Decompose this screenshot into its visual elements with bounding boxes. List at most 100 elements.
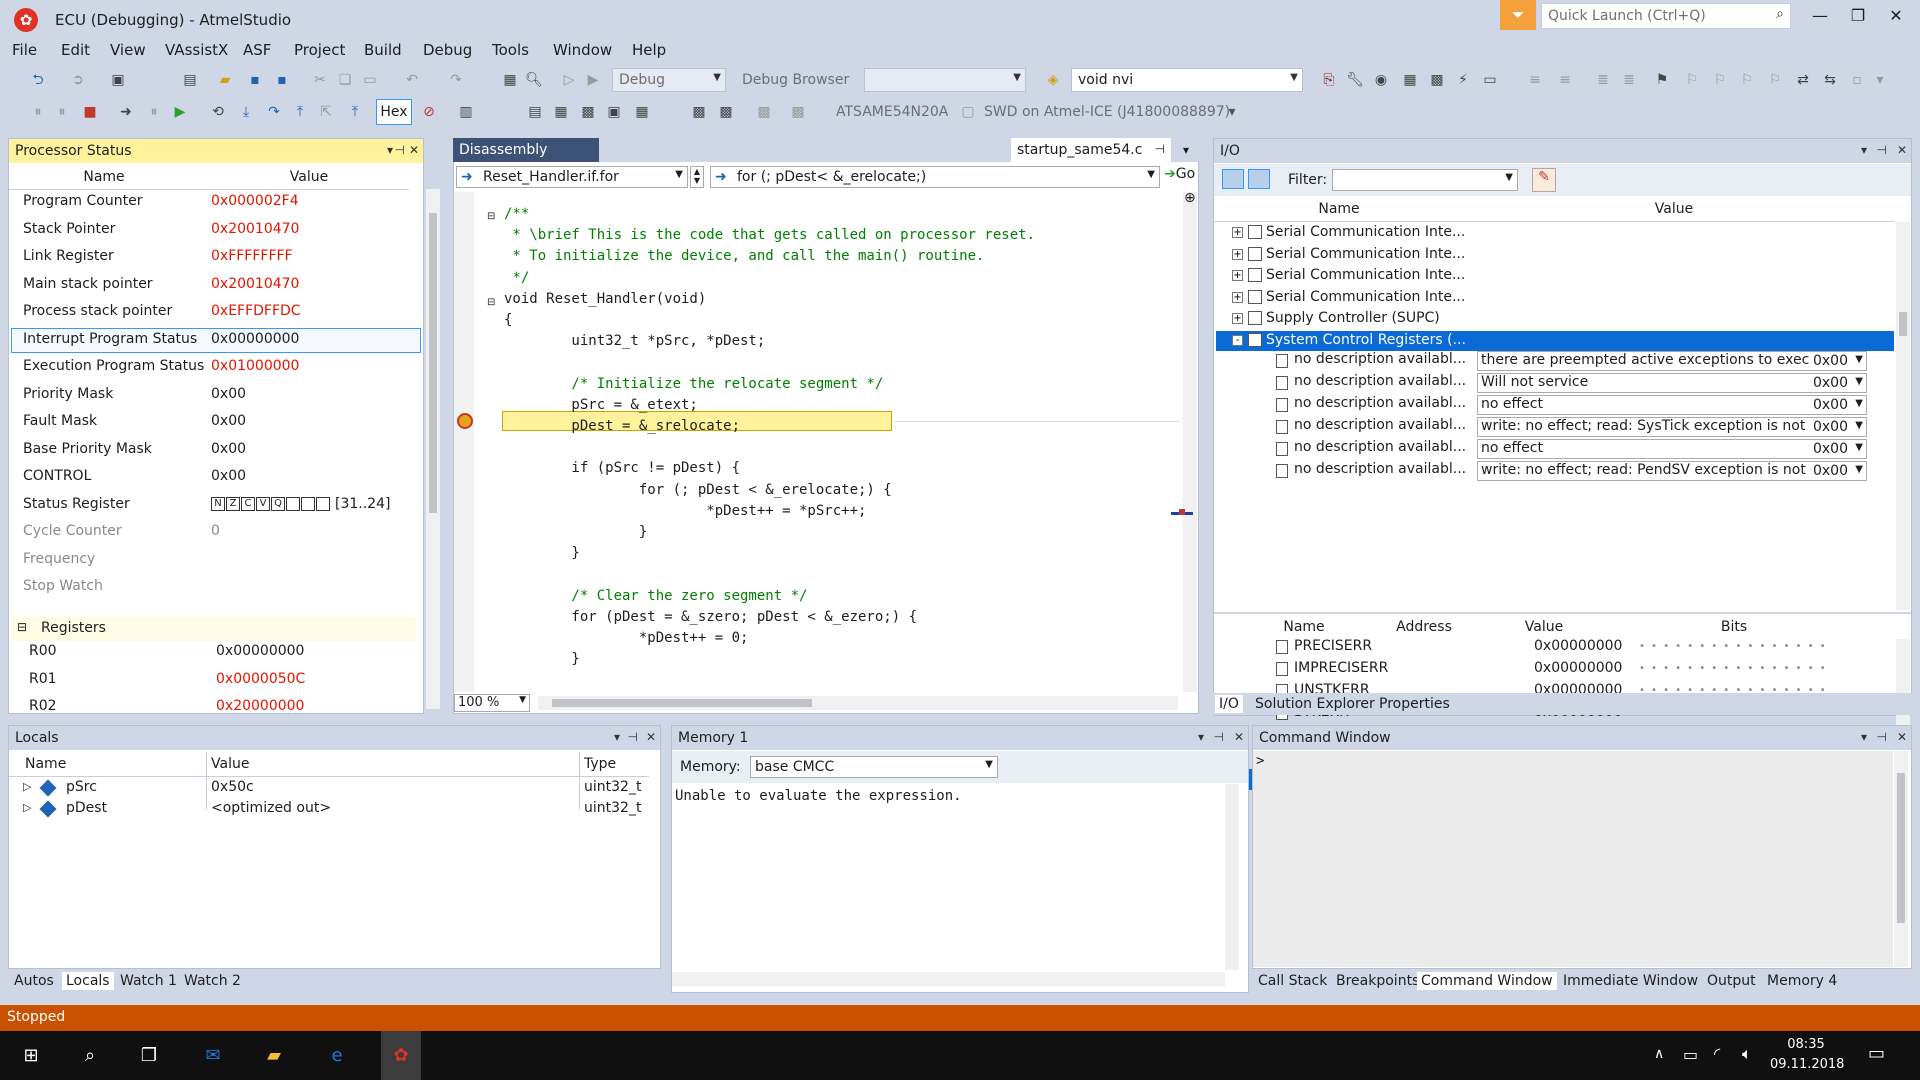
register-name[interactable]: Execution Program Status [23, 358, 204, 374]
show-next-statement-icon[interactable]: ➜ [116, 102, 136, 122]
collapse-comment-icon[interactable]: ⊟ [487, 211, 495, 222]
sync-icon[interactable]: ⇄ [1793, 70, 1813, 90]
bits-col-value[interactable]: Value [1484, 619, 1604, 635]
register-row-value[interactable]: 0x0000050C [216, 671, 305, 687]
next-bookmark-icon[interactable]: ⚐ [1710, 70, 1730, 90]
menu-build[interactable]: Build [364, 41, 402, 59]
expand-arrow-icon[interactable]: ▷ [23, 801, 31, 814]
register-value[interactable]: 0 [211, 523, 220, 539]
task-view-icon[interactable]: ❐ [134, 1041, 164, 1071]
settings-wrench-icon[interactable]: 🔧︎ [1345, 70, 1365, 90]
tab-memory-4[interactable]: Memory 4 [1763, 972, 1841, 990]
tab-command-window[interactable]: Command Window [1417, 972, 1557, 990]
register-name[interactable]: Priority Mask [23, 386, 113, 402]
registers-icon[interactable]: ▤ [525, 102, 545, 122]
tab-autos[interactable]: Autos [10, 972, 58, 990]
menu-edit[interactable]: Edit [61, 41, 90, 59]
menu-view[interactable]: View [110, 41, 146, 59]
menu-tools[interactable]: Tools [492, 41, 529, 59]
memory-vertical-scrollbar[interactable] [1225, 784, 1239, 970]
go-button[interactable]: ➔Go [1164, 166, 1200, 188]
function-combo[interactable]: void nvi ▼ [1071, 68, 1303, 92]
status-flag-box[interactable]: Q [271, 496, 285, 511]
target-icon[interactable]: ◉ [1371, 70, 1391, 90]
status-flag-box[interactable] [286, 496, 300, 511]
register-value[interactable]: 0x20010470 [211, 276, 299, 292]
expand-icon[interactable]: + [1232, 227, 1243, 238]
tab-breakpoints[interactable]: Breakpoints [1332, 972, 1423, 990]
register-row-value[interactable]: 0x00000000 [216, 643, 304, 659]
bitfield-bits[interactable]: • • • • • • • • • • • • • • • • [1639, 641, 1826, 652]
expand-icon[interactable]: + [1232, 270, 1243, 281]
expand-icon[interactable]: + [1232, 248, 1243, 260]
bitfield-name[interactable]: IMPRECISERR [1294, 660, 1388, 676]
code-line[interactable]: for (; pDest < &_erelocate;) { [504, 482, 892, 498]
processor-icon[interactable]: ▩ [578, 102, 598, 122]
step-over-icon[interactable]: ↷ [264, 102, 284, 122]
editor-vertical-scrollbar[interactable]: ⊕ [1171, 190, 1197, 692]
registers-group-row[interactable]: ⊟ Registers [11, 617, 416, 641]
field-name[interactable]: no description availabl... [1294, 439, 1466, 455]
search-icon[interactable]: ⌕ [75, 1041, 105, 1071]
uncomment-icon[interactable]: ≣ [1619, 70, 1639, 90]
register-value[interactable]: 0x00 [211, 468, 246, 484]
tab-properties[interactable]: Properties [1375, 695, 1454, 713]
current-line-breakpoint-icon[interactable] [457, 413, 473, 429]
bitfield-bits[interactable]: • • • • • • • • • • • • • • • • [1639, 663, 1826, 674]
watch-icon[interactable]: ▦ [632, 102, 652, 122]
local-value[interactable]: <optimized out> [211, 800, 331, 816]
clock-date[interactable]: 09.11.2018 [1770, 1057, 1844, 1072]
tab-io[interactable]: I/O [1215, 695, 1243, 713]
atmel-studio-icon[interactable]: ✿ [14, 8, 38, 32]
pin-icon[interactable]: ⊣ [1214, 730, 1224, 744]
register-name[interactable]: Stop Watch [23, 578, 103, 594]
tool-label[interactable]: SWD on Atmel-ICE (J41800088897) [984, 104, 1230, 120]
memory-address-combo[interactable]: base CMCC ▼ [750, 756, 998, 778]
field-value-combo[interactable]: write: no effect; read: PendSV exception… [1477, 461, 1867, 481]
bookmark-icon[interactable]: ⚑ [1652, 70, 1672, 90]
register-name[interactable]: Program Counter [23, 193, 142, 209]
register-name[interactable]: Main stack pointer [23, 276, 153, 292]
bitfield-name[interactable]: PRECISERR [1294, 638, 1372, 654]
atmel-studio-taskbar-icon[interactable]: ✿ [381, 1031, 421, 1080]
device-programming-icon[interactable]: ⎘ [1319, 70, 1339, 90]
pin-icon[interactable]: ⊣ [1877, 143, 1887, 157]
editor-horizontal-scrollbar[interactable] [538, 696, 1178, 710]
register-value[interactable]: 0xEFFDFFDC [211, 303, 301, 319]
maximize-button[interactable]: ❐ [1838, 6, 1878, 30]
field-name[interactable]: no description availabl... [1294, 461, 1466, 477]
register-name[interactable]: Process stack pointer [23, 303, 172, 319]
status-flag-box[interactable] [301, 496, 315, 511]
expand-arrow-icon[interactable]: ▷ [23, 780, 31, 793]
nav-spinner[interactable]: ▲ ▼ [690, 166, 704, 188]
register-value[interactable]: 0x00 [211, 441, 246, 457]
new-project-icon[interactable]: ▣ [108, 70, 128, 90]
file-explorer-icon[interactable]: ▰ [259, 1041, 289, 1071]
wifi-icon[interactable]: ◜ [1714, 1044, 1720, 1063]
field-value-combo[interactable]: no effect 0x00 ▼ [1477, 439, 1867, 459]
register-row-name[interactable]: R01 [29, 671, 57, 687]
device-label[interactable]: ATSAME54N20A [836, 104, 948, 120]
tab-watch-1[interactable]: Watch 1 [116, 972, 181, 990]
feedback-funnel-icon[interactable]: ⏷ [1500, 0, 1536, 30]
field-value-combo[interactable]: Will not service 0x00 ▼ [1477, 373, 1867, 393]
register-name[interactable]: Interrupt Program Status [23, 331, 197, 347]
nav-member-combo[interactable]: for (; pDest< &_erelocate;) ➜ ▼ [710, 166, 1160, 188]
local-name[interactable]: pSrc [66, 779, 97, 795]
dropdown-icon[interactable]: ▾ [1198, 730, 1204, 744]
disable-breakpoints-icon[interactable]: ⊘ [419, 102, 439, 122]
close-icon[interactable]: ✕ [1234, 730, 1244, 744]
register-value[interactable]: 0x01000000 [211, 358, 299, 374]
debug-toolbar-overflow-icon[interactable]: ▾ [1222, 102, 1242, 122]
expand-icon[interactable]: + [1232, 313, 1243, 324]
navigate-forward-icon[interactable]: ➲ [68, 70, 88, 90]
device-dim-icon[interactable]: ▩ [754, 102, 774, 122]
pin-icon[interactable]: ⊣ [395, 143, 405, 157]
field-name[interactable]: no description availabl... [1294, 373, 1466, 389]
register-value[interactable]: 0x00 [211, 386, 246, 402]
bits-col-address[interactable]: Address [1364, 619, 1484, 635]
minimize-button[interactable]: — [1800, 6, 1840, 30]
window-icon[interactable]: ▫ [1847, 70, 1867, 90]
memory-horizontal-scrollbar[interactable] [672, 972, 1225, 986]
register-value[interactable]: 0x00 [211, 413, 246, 429]
